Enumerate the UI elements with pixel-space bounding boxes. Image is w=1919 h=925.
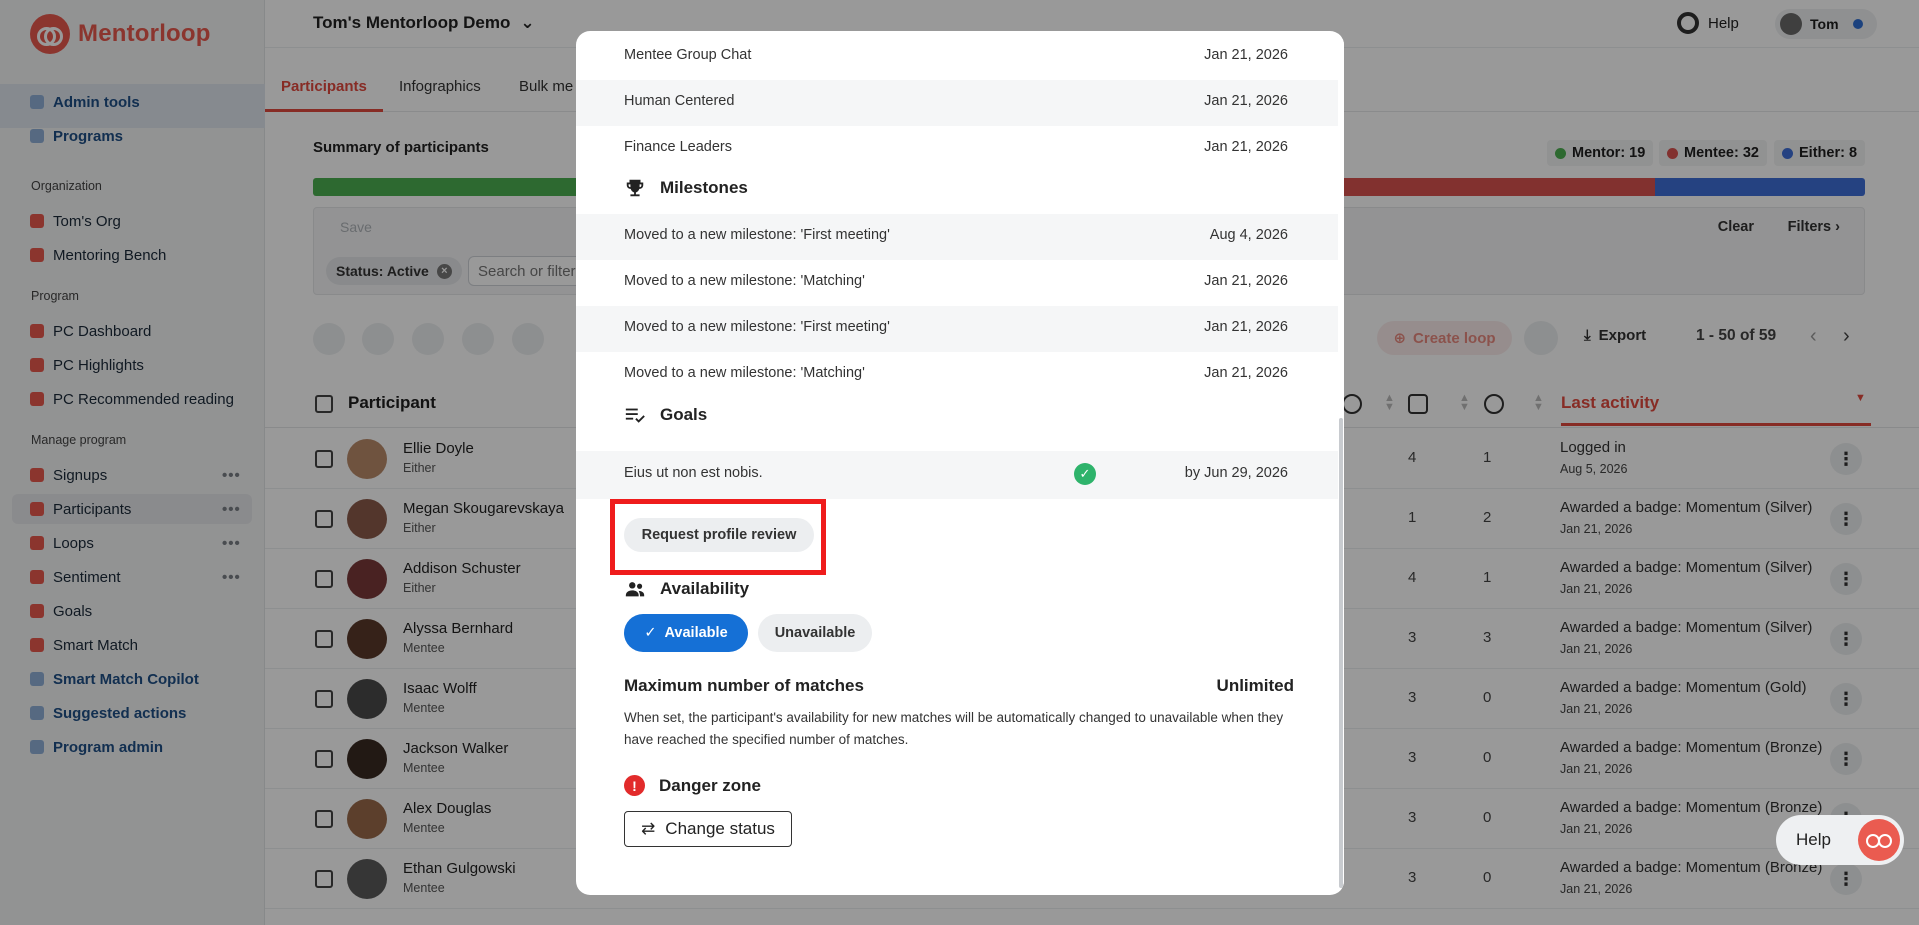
swap-arrows-icon: ⇄ xyxy=(641,819,656,838)
help-widget-button[interactable]: Help xyxy=(1776,815,1904,865)
annotation-highlight-box xyxy=(610,499,826,575)
check-circle-icon: ✓ xyxy=(1074,463,1096,485)
participant-detail-modal: Mentee Group Chat Jan 21, 2026 Human Cent… xyxy=(576,31,1344,895)
available-button[interactable]: ✓ Available xyxy=(624,614,748,652)
milestone-item[interactable]: Moved to a new milestone: 'Matching' Jan … xyxy=(576,352,1338,398)
max-matches-title: Maximum number of matches xyxy=(624,676,864,695)
trophy-icon xyxy=(626,179,644,197)
milestone-item[interactable]: Moved to a new milestone: 'First meeting… xyxy=(576,214,1338,260)
goals-heading: Goals xyxy=(624,404,707,426)
milestones-heading: Milestones xyxy=(624,177,748,199)
mentorloop-logo-icon xyxy=(1858,819,1900,861)
max-matches-description: When set, the participant's availability… xyxy=(624,710,1284,747)
checklist-icon xyxy=(625,408,645,423)
loop-item[interactable]: Human Centered Jan 21, 2026 xyxy=(576,80,1338,126)
scrollbar-thumb[interactable] xyxy=(1339,418,1343,888)
milestone-item[interactable]: Moved to a new milestone: 'First meeting… xyxy=(576,306,1338,352)
unavailable-button[interactable]: Unavailable xyxy=(758,614,872,652)
change-status-button[interactable]: ⇄ Change status xyxy=(624,811,792,847)
danger-zone-heading: ! Danger zone xyxy=(624,775,761,796)
check-icon: ✓ xyxy=(644,625,657,641)
alert-icon: ! xyxy=(624,775,645,796)
loop-item[interactable]: Finance Leaders Jan 21, 2026 xyxy=(576,126,1338,172)
availability-heading: Availability xyxy=(624,578,749,600)
loop-item[interactable]: Mentee Group Chat Jan 21, 2026 xyxy=(576,34,1338,80)
people-icon xyxy=(625,582,645,597)
milestone-item[interactable]: Moved to a new milestone: 'Matching' Jan … xyxy=(576,260,1338,306)
goal-item[interactable]: Eius ut non est nobis. ✓ by Jun 29, 2026 xyxy=(576,451,1338,499)
max-matches-value[interactable]: Unlimited xyxy=(1217,676,1294,696)
modal-scrollbar[interactable] xyxy=(1338,31,1344,895)
